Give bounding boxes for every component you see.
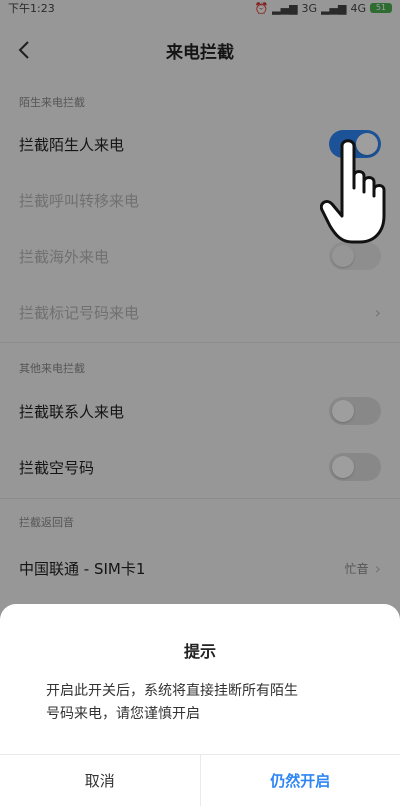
dialog-message: 开启此开关后，系统将直接挂断所有陌生 号码来电，请您谨慎开启 [46,680,366,726]
dialog-message-line: 号码来电，请您谨慎开启 [46,706,200,722]
dialog-title: 提示 [183,642,216,661]
confirm-dialog: 提示 开启此开关后，系统将直接挂断所有陌生 号码来电，请您谨慎开启 取消 仍然开… [0,604,400,806]
cancel-button[interactable]: 取消 [0,755,200,806]
hand-pointer-icon [320,139,386,244]
dialog-actions: 取消 仍然开启 [0,754,400,806]
dialog-message-line: 开启此开关后，系统将直接挂断所有陌生 [46,683,298,699]
confirm-enable-button[interactable]: 仍然开启 [201,755,400,806]
